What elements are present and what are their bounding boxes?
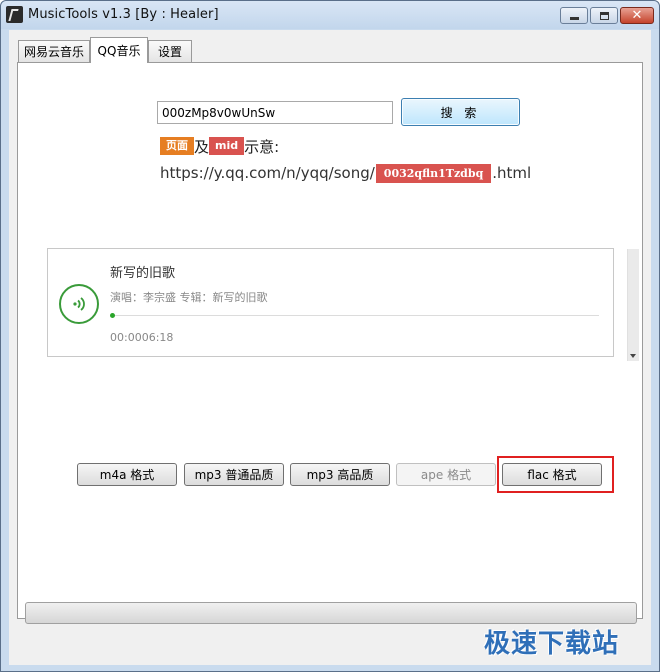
minimize-icon — [569, 16, 579, 20]
m4a-format-button[interactable]: m4a 格式 — [77, 463, 177, 486]
tab-settings[interactable]: 设置 — [148, 40, 192, 62]
hint-and-text: 及 — [194, 137, 210, 156]
close-icon: ✕ — [631, 8, 643, 23]
client-area: 网易云音乐 QQ音乐 设置 搜 索 页面 及 mid 示意: https://y… — [9, 30, 651, 665]
url-mid-tag: 0032qfln1Tzdbq — [375, 163, 492, 183]
song-time: 00:0006:18 — [110, 331, 174, 344]
mid-tag: mid — [209, 137, 245, 155]
song-id-input[interactable] — [157, 101, 393, 124]
maximize-icon — [599, 11, 609, 20]
window-title: MusicTools v1.3 [By : Healer] — [28, 7, 219, 22]
mp3-high-quality-button[interactable]: mp3 高品质 — [290, 463, 390, 486]
hint-caption: 页面 及 mid 示意: — [160, 136, 279, 156]
song-title: 新写的旧歌 — [110, 266, 176, 281]
app-logo-icon — [6, 6, 23, 23]
download-progress-bar — [25, 602, 637, 624]
tab-qq-music[interactable]: QQ音乐 — [90, 37, 148, 63]
title-bar[interactable]: MusicTools v1.3 [By : Healer] ✕ — [1, 1, 659, 29]
song-list: 新写的旧歌 演唱：李宗盛 专辑：新写的旧歌 00:0006:18 — [47, 248, 614, 357]
flac-highlight-box — [497, 456, 614, 493]
app-window: MusicTools v1.3 [By : Healer] ✕ 网易云音乐 QQ… — [0, 0, 660, 672]
watermark-logo: 极速下载站 — [484, 629, 620, 659]
ape-format-button[interactable]: ape 格式 — [396, 463, 496, 486]
list-scrollbar[interactable] — [627, 249, 639, 361]
maximize-button[interactable] — [590, 7, 618, 24]
close-button[interactable]: ✕ — [620, 7, 654, 24]
hint-suffix: 示意: — [244, 137, 280, 156]
qq-music-panel: 搜 索 页面 及 mid 示意: https://y.qq.com/n/yqq/… — [17, 62, 643, 619]
tab-netease-music[interactable]: 网易云音乐 — [18, 40, 90, 62]
url-suffix: .html — [492, 164, 532, 182]
scroll-down-icon[interactable] — [630, 354, 636, 358]
song-progress-track[interactable] — [110, 313, 599, 318]
audio-wave-icon[interactable] — [59, 284, 99, 324]
song-meta: 演唱：李宗盛 专辑：新写的旧歌 — [110, 291, 268, 304]
mp3-normal-quality-button[interactable]: mp3 普通品质 — [184, 463, 284, 486]
url-prefix: https://y.qq.com/n/yqq/song/ — [160, 164, 375, 182]
example-url: https://y.qq.com/n/yqq/song/ 0032qfln1Tz… — [160, 162, 531, 184]
song-progress-handle[interactable] — [110, 313, 115, 318]
search-button[interactable]: 搜 索 — [401, 98, 520, 126]
page-tag: 页面 — [160, 137, 194, 155]
minimize-button[interactable] — [560, 7, 588, 24]
